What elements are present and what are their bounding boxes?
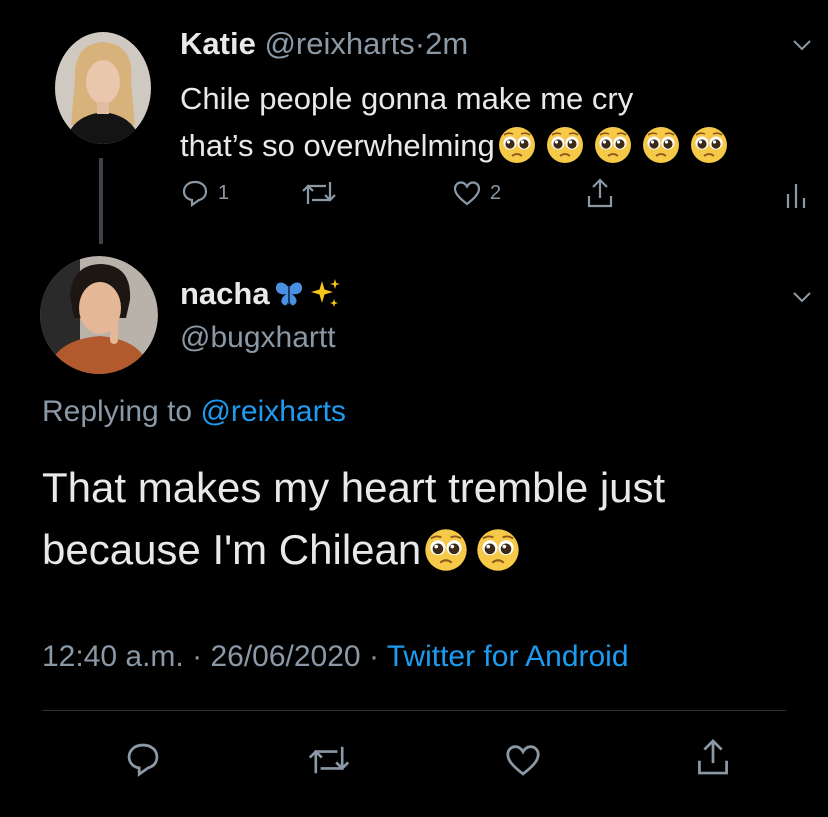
- tweet1-text-line2-row: that’s so overwhelming: [180, 122, 800, 169]
- tweet2-date[interactable]: 26/06/2020: [210, 640, 360, 673]
- tweet2-time[interactable]: 12:40 a.m.: [42, 640, 184, 673]
- retweet-icon: [302, 182, 336, 204]
- tweet2-text: That makes my heart tremble just because…: [42, 457, 802, 581]
- pleading-face-emoji: [594, 126, 631, 163]
- tweet1-analytics-button[interactable]: [785, 180, 807, 210]
- tweet1-header: Katie @reixharts·2m: [180, 26, 468, 62]
- tweet1-text: Chile people gonna make me cry that’s so…: [180, 75, 800, 169]
- tweet2-source[interactable]: Twitter for Android: [387, 640, 629, 673]
- meta-separator-2: ·: [368, 640, 379, 673]
- tweet2-display-name[interactable]: nacha: [180, 276, 270, 312]
- pleading-face-emoji: [546, 126, 583, 163]
- tweet1-like-count: 2: [490, 181, 502, 204]
- tweet2-retweet-button[interactable]: [306, 742, 352, 778]
- katie-avatar[interactable]: [55, 30, 151, 146]
- pleading-face-emoji: [425, 529, 467, 571]
- reply-icon: [182, 180, 208, 208]
- tweet2-chevron-down-icon[interactable]: [792, 290, 812, 308]
- tweet1-handle[interactable]: @reixharts: [264, 26, 414, 61]
- reply-icon: [127, 743, 159, 777]
- tweet2-metadata: 12:40 a.m. · 26/06/2020 · Twitter for An…: [42, 640, 629, 674]
- tweet1-reply-button[interactable]: 1: [180, 178, 229, 208]
- tweet1-text-line1: Chile people gonna make me cry: [180, 81, 634, 116]
- tweet2-text-line2-row: because I'm Chilean: [42, 519, 802, 581]
- tweet1-retweet-button[interactable]: [300, 178, 338, 208]
- like-icon: [453, 181, 481, 206]
- tweet1-chevron-down-icon[interactable]: [792, 38, 812, 56]
- tweet1-share-button[interactable]: [585, 176, 615, 210]
- tweet1-display-name[interactable]: Katie: [180, 26, 256, 61]
- tweet1-like-button[interactable]: 2: [452, 178, 501, 208]
- tweet2-text-line2: because I'm Chilean: [42, 526, 422, 573]
- analytics-icon: [786, 184, 806, 208]
- pleading-face-emoji: [642, 126, 679, 163]
- tweet1-reply-count: 1: [218, 181, 230, 204]
- tweet2-handle[interactable]: @bugxhartt: [180, 321, 336, 355]
- sparkles-emoji: [310, 279, 340, 307]
- pleading-face-emoji: [498, 126, 535, 163]
- tweet2-share-button[interactable]: [694, 736, 732, 778]
- butterfly-emoji: [275, 282, 302, 306]
- retweet-icon: [308, 746, 350, 774]
- like-icon: [506, 745, 540, 776]
- tweet2-like-button[interactable]: [504, 741, 542, 779]
- share-icon: [587, 178, 613, 208]
- pleading-face-emoji: [690, 126, 727, 163]
- replying-to: Replying to @reixharts: [42, 395, 346, 429]
- tweet1-time[interactable]: 2m: [425, 26, 468, 61]
- divider: [42, 710, 786, 711]
- tweet2-reply-button[interactable]: [124, 740, 162, 778]
- nacha-avatar[interactable]: [40, 256, 158, 374]
- meta-separator-1: ·: [192, 640, 203, 673]
- share-icon: [698, 739, 728, 775]
- tweet2-name-row: nacha: [180, 276, 342, 312]
- tweet1-separator: ·: [414, 26, 426, 61]
- replying-to-link[interactable]: @reixharts: [200, 395, 346, 428]
- pleading-face-emoji: [477, 529, 519, 571]
- replying-prefix: Replying to: [42, 395, 193, 428]
- tweet1-text-line2: that’s so overwhelming: [180, 128, 495, 163]
- thread-line: [99, 158, 103, 244]
- tweet2-text-line1: That makes my heart tremble just: [42, 464, 666, 511]
